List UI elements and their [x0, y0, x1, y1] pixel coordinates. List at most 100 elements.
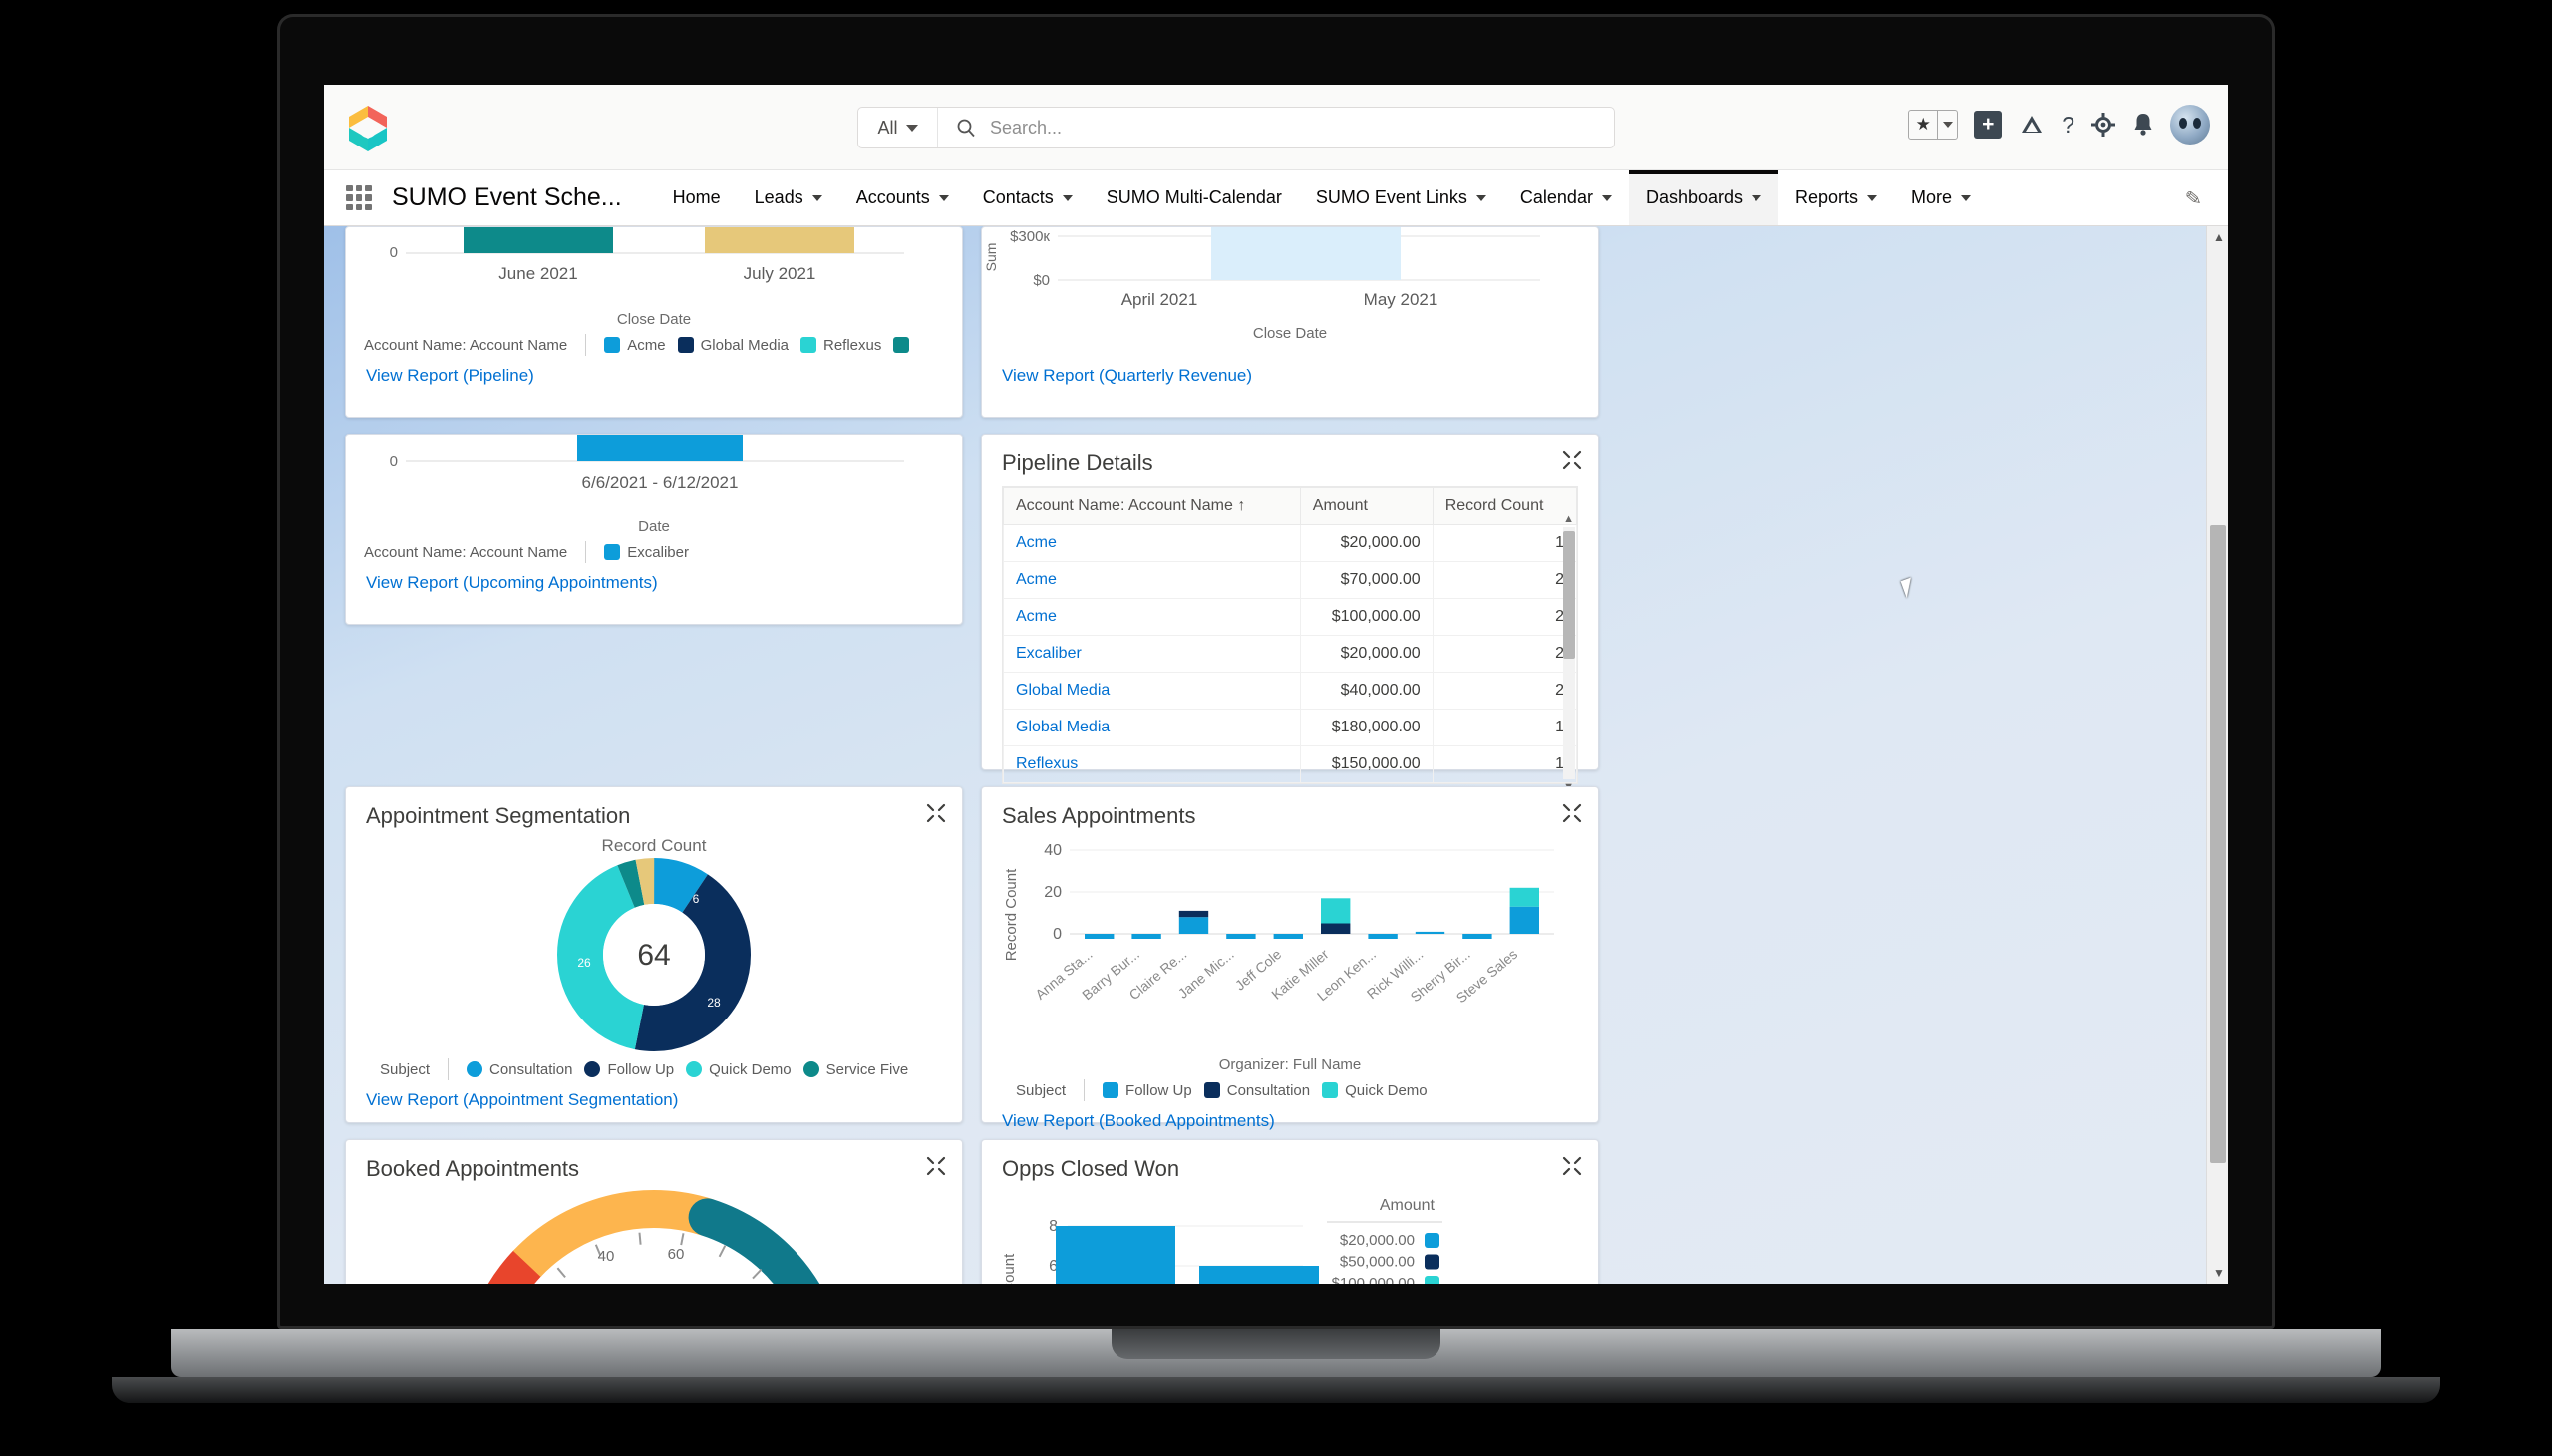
favorites-chevron-down-icon[interactable] — [1937, 111, 1957, 139]
account-link[interactable]: Acme — [1016, 534, 1057, 551]
pipeline-details-table-wrapper: Account Name: Account Name ↑ Amount Reco… — [1002, 486, 1578, 793]
edit-dashboard-pencil-icon[interactable]: ✎ — [2184, 185, 2203, 211]
dashboard-canvas: 0 June 2021 July 2021 Close Date Account… — [324, 226, 2228, 1284]
nav-item-calendar[interactable]: Calendar — [1503, 170, 1629, 225]
pipeline-chart: 0 June 2021 July 2021 — [390, 227, 904, 283]
svg-text:28: 28 — [707, 996, 721, 1010]
table-scroll-thumb[interactable] — [1563, 531, 1575, 659]
nav-item-label: Dashboards — [1645, 187, 1744, 207]
chevron-down-icon[interactable] — [938, 194, 949, 201]
cell-account-name[interactable]: Global Media — [1003, 709, 1301, 746]
account-link[interactable]: Acme — [1016, 571, 1057, 588]
widget-quarterly-revenue: Sum $300к $0 April 2021 May 2021 Close D… — [981, 226, 1599, 418]
svg-text:May 2021: May 2021 — [1364, 290, 1438, 309]
cell-record-count: 1 — [1432, 709, 1578, 746]
laptop-notch — [1112, 1329, 1440, 1359]
account-link[interactable]: Global Media — [1016, 682, 1110, 699]
account-link[interactable]: Reflexus — [1016, 755, 1078, 772]
setup-gear-icon[interactable] — [2090, 112, 2116, 138]
favorites-control[interactable]: ★ — [1908, 110, 1959, 140]
expand-icon[interactable] — [926, 803, 946, 823]
chevron-down-icon[interactable] — [1601, 194, 1612, 201]
chevron-down-icon[interactable] — [1475, 194, 1486, 201]
help-icon[interactable]: ? — [2062, 113, 2074, 137]
appointment-segmentation-donut: Record Count 64 6 28 26 — [557, 836, 751, 1051]
table-scrollbar[interactable]: ▲ ▼ — [1563, 513, 1575, 793]
nav-item-label: More — [1911, 187, 1953, 207]
account-link[interactable]: Global Media — [1016, 719, 1110, 735]
column-amount[interactable]: Amount — [1299, 487, 1434, 525]
nav-item-accounts[interactable]: Accounts — [839, 170, 966, 225]
account-link[interactable]: Excaliber — [1016, 645, 1082, 662]
nav-item-more[interactable]: More — [1894, 170, 1988, 225]
svg-text:40: 40 — [1044, 842, 1062, 859]
svg-text:June 2021: June 2021 — [498, 264, 577, 283]
nav-item-sumo-event-links[interactable]: SUMO Event Links — [1299, 170, 1503, 225]
global-search[interactable]: All Search... — [857, 107, 1615, 148]
cloud-icon[interactable] — [2018, 113, 2046, 137]
column-account-name[interactable]: Account Name: Account Name ↑ — [1003, 487, 1301, 525]
cell-amount: $100,000.00 — [1299, 598, 1434, 636]
nav-item-reports[interactable]: Reports — [1778, 170, 1894, 225]
nav-item-contacts[interactable]: Contacts — [966, 170, 1090, 225]
app-navigation-bar: SUMO Event Sche... Home Leads Accounts Cont… — [324, 170, 2228, 226]
user-avatar[interactable] — [2170, 105, 2210, 145]
segmentation-legend-title: Subject — [380, 1060, 431, 1078]
chevron-down-icon[interactable] — [1961, 194, 1972, 201]
search-input[interactable]: Search... — [938, 108, 1614, 147]
page-scroll-thumb[interactable] — [2210, 525, 2226, 1163]
legend-item: Acme — [604, 337, 666, 354]
chevron-down-icon[interactable] — [1752, 194, 1762, 201]
page-scrollbar[interactable]: ▲ ▼ — [2206, 226, 2228, 1284]
upcoming-legend-title: Account Name: Account Name — [364, 543, 568, 561]
expand-icon[interactable] — [1562, 450, 1582, 470]
chevron-down-icon[interactable] — [1062, 194, 1073, 201]
cell-account-name[interactable]: Reflexus — [1003, 745, 1301, 783]
cell-amount: $20,000.00 — [1299, 524, 1434, 562]
expand-icon[interactable] — [926, 1156, 946, 1176]
expand-icon[interactable] — [1562, 803, 1582, 823]
legend-item: Consultation — [1203, 1082, 1310, 1099]
account-link[interactable]: Acme — [1016, 608, 1057, 625]
legend-label: $50,000.00 — [1340, 1254, 1415, 1271]
legend-item: Quick Demo — [686, 1061, 792, 1078]
nav-item-sumo-multi-calendar[interactable]: SUMO Multi-Calendar — [1090, 170, 1299, 225]
nav-item-label: Home — [672, 187, 721, 207]
segmentation-view-report-link[interactable]: View Report (Appointment Segmentation) — [346, 1080, 962, 1124]
cell-account-name[interactable]: Acme — [1003, 561, 1301, 599]
pipeline-details-table: Account Name: Account Name ↑ Amount Reco… — [1003, 487, 1578, 783]
notifications-bell-icon[interactable] — [2132, 112, 2154, 138]
nav-item-label: Contacts — [982, 187, 1054, 207]
cell-account-name[interactable]: Excaliber — [1003, 635, 1301, 673]
quarterly-revenue-view-report-link[interactable]: View Report (Quarterly Revenue) — [982, 342, 1598, 400]
upcoming-view-report-link[interactable]: View Report (Upcoming Appointments) — [346, 563, 962, 607]
chevron-down-icon — [905, 124, 918, 132]
appointment-segmentation-legend: Subject Consultation Follow Up Quick Dem… — [362, 1056, 946, 1080]
chevron-down-icon[interactable] — [1867, 194, 1878, 201]
cell-account-name[interactable]: Acme — [1003, 598, 1301, 636]
chevron-down-icon[interactable] — [811, 194, 822, 201]
cell-amount: $70,000.00 — [1299, 561, 1434, 599]
legend-item: Follow Up — [584, 1061, 674, 1078]
nav-item-dashboards[interactable]: Dashboards — [1628, 170, 1779, 225]
add-icon[interactable]: + — [1974, 111, 2003, 139]
appointment-segmentation-title: Appointment Segmentation — [366, 803, 631, 828]
app-launcher-icon[interactable] — [342, 181, 376, 215]
svg-text:0: 0 — [390, 244, 398, 261]
search-scope-selector[interactable]: All — [858, 108, 938, 147]
svg-text:July 2021: July 2021 — [744, 264, 816, 283]
pipeline-view-report-link[interactable]: View Report (Pipeline) — [346, 356, 962, 400]
nav-item-home[interactable]: Home — [656, 170, 738, 225]
sales-appointments-legend: Subject Follow Up Consultation Quick Dem… — [998, 1073, 1582, 1101]
cell-amount: $150,000.00 — [1299, 745, 1434, 783]
cell-account-name[interactable]: Global Media — [1003, 672, 1301, 710]
favorites-star-icon[interactable]: ★ — [1909, 111, 1937, 139]
column-record-count[interactable]: Record Count — [1432, 487, 1578, 525]
widget-opps-closed-won: Opps Closed Won Record Count 02468 April — [981, 1139, 1599, 1284]
upcoming-appointments-chart: 0 6/6/2021 - 6/12/2021 — [390, 435, 904, 492]
nav-item-leads[interactable]: Leads — [738, 170, 839, 225]
svg-text:Record Count: Record Count — [602, 836, 707, 855]
svg-text:6: 6 — [693, 892, 700, 906]
expand-icon[interactable] — [1562, 1156, 1582, 1176]
cell-account-name[interactable]: Acme — [1003, 524, 1301, 562]
